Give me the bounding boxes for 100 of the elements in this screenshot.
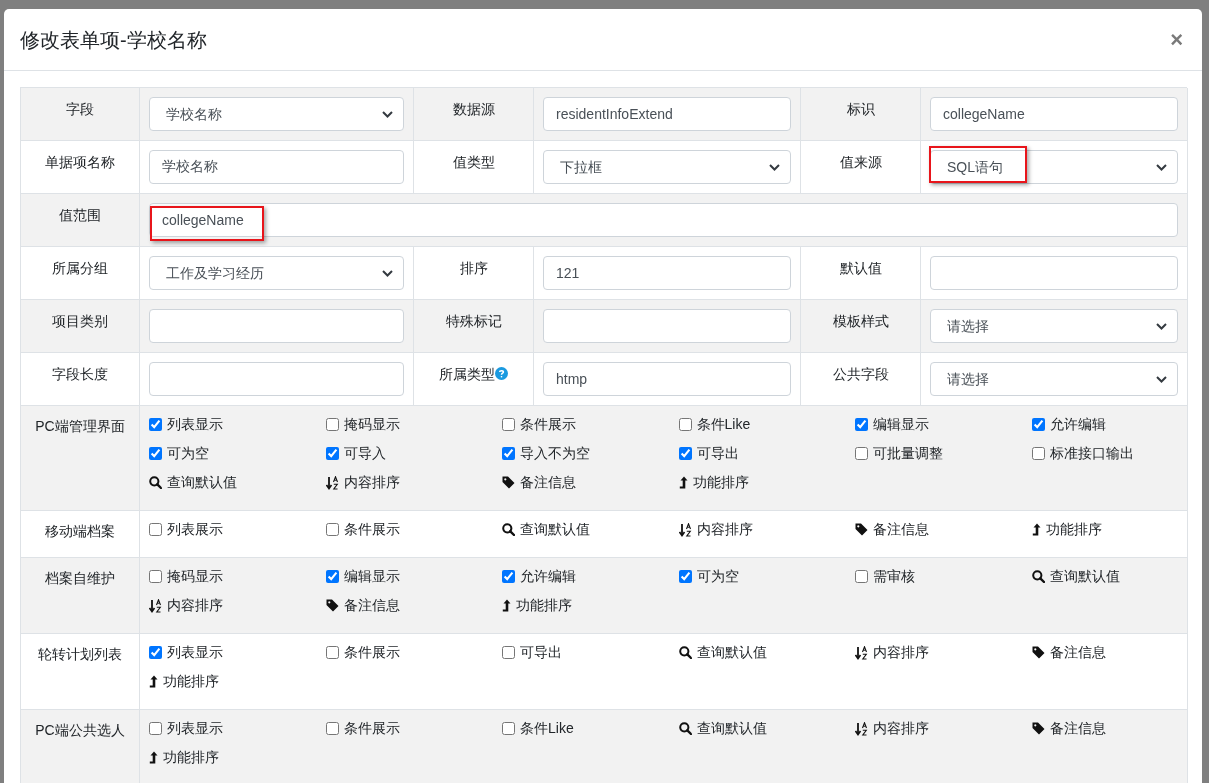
chevron-down-icon [1156, 163, 1167, 171]
checkbox[interactable] [149, 447, 162, 460]
checkbox[interactable] [149, 418, 162, 431]
checkbox-label: 掩码显示 [167, 567, 223, 586]
checkbox[interactable] [149, 646, 162, 659]
checkbox[interactable] [1031, 447, 1045, 460]
checkbox-label: 允许编辑 [520, 567, 576, 586]
checkbox[interactable] [502, 646, 515, 659]
checkbox-label: 可导出 [520, 643, 562, 662]
checkbox[interactable] [855, 570, 868, 583]
select-dropdown[interactable]: 工作及学习经历 [149, 256, 404, 290]
tag-icon [325, 599, 339, 612]
checkbox[interactable] [325, 646, 339, 659]
checkbox[interactable] [325, 722, 339, 735]
checkbox-label: 编辑显示 [343, 567, 400, 586]
field-label: 模板样式 [832, 313, 889, 329]
checkbox-label: 可为空 [696, 567, 739, 586]
chevron-down-icon [382, 110, 393, 118]
checkbox[interactable] [149, 523, 162, 536]
checkbox[interactable] [855, 447, 868, 460]
field-label: 字段长度 [52, 366, 108, 382]
action-link[interactable]: 查询默认值 [678, 642, 767, 663]
text-input[interactable] [930, 256, 1178, 290]
select-dropdown[interactable]: 请选择 [930, 362, 1178, 396]
checkbox-label: 编辑显示 [873, 415, 929, 434]
checkbox[interactable] [149, 570, 162, 583]
field-label: 公共字段 [832, 366, 889, 382]
checkbox[interactable] [149, 722, 162, 735]
checkbox-label: 条件Like [696, 415, 751, 434]
action-link[interactable]: 内容排序 [149, 595, 223, 616]
tag-icon [1031, 722, 1045, 735]
action-link[interactable]: 功能排序 [1031, 519, 1102, 540]
close-button[interactable]: × [1168, 28, 1185, 51]
action-link[interactable]: 功能排序 [502, 595, 572, 616]
text-input[interactable] [149, 309, 404, 343]
action-link[interactable]: 内容排序 [678, 519, 753, 540]
text-input[interactable]: collegeName [149, 203, 1178, 237]
field-label: 值来源 [839, 154, 882, 170]
arrow-up-icon [678, 476, 688, 489]
search-icon [678, 646, 692, 659]
checkbox[interactable] [502, 418, 515, 431]
checkbox-label: 列表显示 [167, 415, 223, 434]
checkbox[interactable] [325, 523, 339, 536]
action-link[interactable]: 内容排序 [855, 642, 929, 663]
sort-down-icon [149, 598, 162, 613]
field-label: 排序 [459, 260, 488, 276]
chevron-down-icon [1156, 322, 1167, 330]
action-link[interactable]: 备注信息 [325, 595, 400, 616]
checkbox[interactable] [502, 447, 515, 460]
action-link[interactable]: 内容排序 [325, 472, 400, 493]
arrow-up-icon [1031, 523, 1041, 536]
action-link[interactable]: 功能排序 [678, 472, 749, 493]
checkbox-label: 条件展示 [343, 643, 400, 662]
checkbox-label: 导入不为空 [520, 444, 590, 463]
field-label: 特殊标记 [445, 313, 502, 329]
tag-icon [855, 523, 868, 536]
action-link[interactable]: 查询默认值 [149, 472, 237, 493]
select-dropdown[interactable]: 请选择 [930, 309, 1178, 343]
checkbox-label: 可为空 [167, 444, 209, 463]
action-link[interactable]: 备注信息 [1031, 642, 1106, 663]
checkbox[interactable] [678, 418, 692, 431]
sort-down-icon [678, 522, 692, 537]
select-dropdown[interactable]: 学校名称 [149, 97, 404, 131]
dialog-title: 修改表单项-学校名称 [20, 27, 207, 53]
checkbox[interactable] [325, 570, 339, 583]
text-input[interactable]: residentInfoExtend [543, 97, 791, 131]
text-input[interactable] [543, 309, 791, 343]
action-link[interactable]: 备注信息 [502, 472, 576, 493]
action-link[interactable]: 备注信息 [855, 519, 929, 540]
checkbox[interactable] [325, 447, 339, 460]
text-input[interactable]: collegeName [930, 97, 1178, 131]
action-link[interactable]: 功能排序 [149, 671, 219, 692]
checkbox-label: 条件展示 [343, 520, 400, 539]
checkbox[interactable] [678, 447, 692, 460]
text-input[interactable]: 121 [543, 256, 791, 290]
sort-down-icon [855, 645, 868, 660]
action-link[interactable]: 查询默认值 [502, 519, 590, 540]
field-label: 项目类别 [52, 313, 108, 329]
text-input[interactable] [149, 362, 404, 396]
select-dropdown[interactable]: SQL语句 [930, 150, 1178, 184]
text-input[interactable]: 学校名称 [149, 150, 404, 184]
action-link[interactable]: 查询默认值 [678, 718, 767, 739]
checkbox-label: 列表显示 [167, 643, 223, 662]
checkbox-label: 可导出 [696, 444, 739, 463]
action-link[interactable]: 备注信息 [1031, 718, 1106, 739]
select-dropdown[interactable]: 下拉框 [543, 150, 791, 184]
checkbox[interactable] [325, 418, 339, 431]
checkbox-label: 掩码显示 [343, 415, 400, 434]
checkbox[interactable] [678, 570, 692, 583]
field-label: 字段 [66, 101, 94, 117]
checkbox[interactable] [502, 570, 515, 583]
checkbox[interactable] [1031, 418, 1045, 431]
checkbox[interactable] [502, 722, 515, 735]
action-link[interactable]: 查询默认值 [1031, 566, 1120, 587]
action-link[interactable]: 内容排序 [855, 718, 929, 739]
action-link[interactable]: 功能排序 [149, 747, 219, 768]
checkbox[interactable] [855, 418, 868, 431]
checkbox-label: 需审核 [873, 567, 915, 586]
checkbox-label: 可批量调整 [873, 444, 943, 463]
text-input[interactable]: htmp [543, 362, 791, 396]
